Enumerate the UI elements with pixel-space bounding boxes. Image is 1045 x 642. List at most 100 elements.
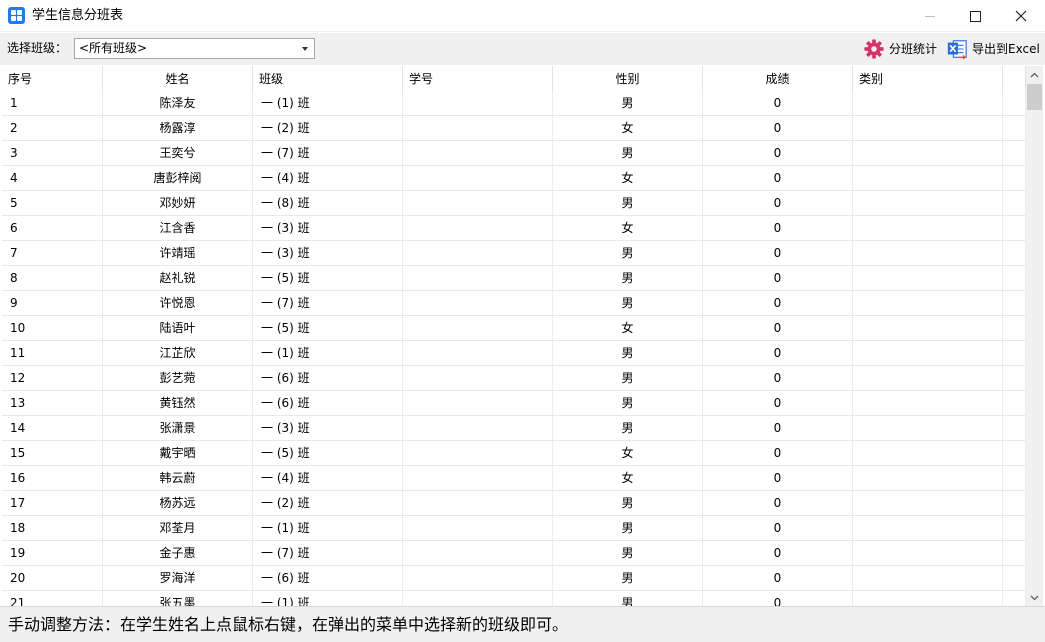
scroll-up-icon: [1030, 72, 1039, 77]
maximize-icon: [969, 10, 981, 22]
name-cell[interactable]: 江芷欣: [103, 341, 253, 365]
table-row[interactable]: 13 黄钰然一 (6) 班 男0: [2, 391, 1026, 416]
name-cell[interactable]: 戴宇晒: [103, 441, 253, 465]
class-cell: 一 (5) 班: [253, 316, 403, 340]
score-cell: 0: [703, 391, 853, 415]
scroll-up-button[interactable]: [1026, 66, 1043, 83]
excel-icon: [947, 40, 967, 60]
table-row[interactable]: 10 陆语叶一 (5) 班 女0: [2, 316, 1026, 341]
table-row[interactable]: 14 张潇景一 (3) 班 男0: [2, 416, 1026, 441]
row-number-cell: 11: [2, 341, 103, 365]
column-header[interactable]: 性别: [553, 66, 703, 91]
class-cell: 一 (4) 班: [253, 466, 403, 490]
table-row[interactable]: 4 唐彭梓阅一 (4) 班 女0: [2, 166, 1026, 191]
table-row[interactable]: 11 江芷欣一 (1) 班 男0: [2, 341, 1026, 366]
name-cell[interactable]: 金子惠: [103, 541, 253, 565]
table-row[interactable]: 19 金子惠一 (7) 班 男0: [2, 541, 1026, 566]
name-cell[interactable]: 许靖瑶: [103, 241, 253, 265]
row-number-cell: 17: [2, 491, 103, 515]
row-filler: [1003, 316, 1026, 340]
title-bar: 学生信息分班表: [0, 0, 1045, 32]
student-id-cell: [403, 191, 553, 215]
category-cell: [853, 141, 1003, 165]
name-cell[interactable]: 邓荃月: [103, 516, 253, 540]
name-cell[interactable]: 彭艺菀: [103, 366, 253, 390]
student-id-cell: [403, 141, 553, 165]
score-cell: 0: [703, 216, 853, 240]
gender-cell: 女: [553, 166, 703, 190]
column-header[interactable]: 学号: [403, 66, 553, 91]
row-filler: [1003, 391, 1026, 415]
class-select-value: <所有班级>: [79, 41, 148, 55]
category-cell: [853, 541, 1003, 565]
row-number-cell: 14: [2, 416, 103, 440]
table-row[interactable]: 8 赵礼锐一 (5) 班 男0: [2, 266, 1026, 291]
scroll-down-button[interactable]: [1026, 589, 1043, 606]
name-cell[interactable]: 江含香: [103, 216, 253, 240]
name-cell[interactable]: 陈泽友: [103, 91, 253, 115]
row-number-cell: 21: [2, 591, 103, 606]
table-row[interactable]: 12 彭艺菀一 (6) 班 男0: [2, 366, 1026, 391]
score-cell: 0: [703, 491, 853, 515]
name-cell[interactable]: 许悦恩: [103, 291, 253, 315]
row-filler: [1003, 141, 1026, 165]
name-cell[interactable]: 唐彭梓阅: [103, 166, 253, 190]
student-id-cell: [403, 241, 553, 265]
table-row[interactable]: 16 韩云蔚一 (4) 班 女0: [2, 466, 1026, 491]
name-cell[interactable]: 张潇景: [103, 416, 253, 440]
gender-cell: 女: [553, 316, 703, 340]
table-row[interactable]: 17 杨苏远一 (2) 班 男0: [2, 491, 1026, 516]
column-header[interactable]: 成绩: [703, 66, 853, 91]
name-cell[interactable]: 陆语叶: [103, 316, 253, 340]
student-id-cell: [403, 566, 553, 590]
table-row[interactable]: 5 邓妙妍一 (8) 班 男0: [2, 191, 1026, 216]
column-header[interactable]: 姓名: [103, 66, 253, 91]
table-row[interactable]: 7 许靖瑶一 (3) 班 男0: [2, 241, 1026, 266]
scroll-thumb[interactable]: [1027, 84, 1042, 110]
maximize-button[interactable]: [952, 0, 998, 32]
name-cell[interactable]: 黄钰然: [103, 391, 253, 415]
table-row[interactable]: 9 许悦恩一 (7) 班 男0: [2, 291, 1026, 316]
class-cell: 一 (5) 班: [253, 441, 403, 465]
name-cell[interactable]: 张五墨: [103, 591, 253, 606]
student-id-cell: [403, 291, 553, 315]
table-row[interactable]: 21 张五墨一 (1) 班 男0: [2, 591, 1026, 606]
category-cell: [853, 291, 1003, 315]
category-cell: [853, 516, 1003, 540]
name-cell[interactable]: 王奕兮: [103, 141, 253, 165]
name-cell[interactable]: 罗海洋: [103, 566, 253, 590]
table-row[interactable]: 1 陈泽友一 (1) 班 男0: [2, 91, 1026, 116]
student-id-cell: [403, 541, 553, 565]
category-cell: [853, 316, 1003, 340]
student-id-cell: [403, 416, 553, 440]
column-header[interactable]: 序号: [2, 66, 103, 91]
category-cell: [853, 216, 1003, 240]
row-filler: [1003, 441, 1026, 465]
table-row[interactable]: 18 邓荃月一 (1) 班 男0: [2, 516, 1026, 541]
row-filler: [1003, 566, 1026, 590]
table-row[interactable]: 6 江含香一 (3) 班 女0: [2, 216, 1026, 241]
name-cell[interactable]: 杨露淳: [103, 116, 253, 140]
table-row[interactable]: 3 王奕兮一 (7) 班 男0: [2, 141, 1026, 166]
name-cell[interactable]: 赵礼锐: [103, 266, 253, 290]
table-row[interactable]: 20 罗海洋一 (6) 班 男0: [2, 566, 1026, 591]
name-cell[interactable]: 邓妙妍: [103, 191, 253, 215]
close-button[interactable]: [998, 0, 1044, 32]
table-row[interactable]: 2 杨露淳一 (2) 班 女0: [2, 116, 1026, 141]
column-header[interactable]: 班级: [253, 66, 403, 91]
class-select[interactable]: <所有班级>: [74, 38, 315, 59]
export-excel-button[interactable]: 导出到Excel: [946, 36, 1040, 62]
name-cell[interactable]: 杨苏远: [103, 491, 253, 515]
student-id-cell: [403, 316, 553, 340]
gender-cell: 男: [553, 341, 703, 365]
table-row[interactable]: 15 戴宇晒一 (5) 班 女0: [2, 441, 1026, 466]
student-id-cell: [403, 341, 553, 365]
column-header[interactable]: 类别: [853, 66, 1003, 91]
category-cell: [853, 366, 1003, 390]
student-id-cell: [403, 591, 553, 606]
name-cell[interactable]: 韩云蔚: [103, 466, 253, 490]
vertical-scrollbar[interactable]: [1026, 66, 1043, 606]
minimize-button[interactable]: [907, 0, 953, 32]
class-stats-button[interactable]: 分班统计: [863, 36, 937, 62]
student-table[interactable]: 序号 姓名 班级 学号 性别 成绩 类别 1 陈泽友一 (1) 班男 0 2 杨露淳一 (2) 班女…: [2, 66, 1026, 606]
